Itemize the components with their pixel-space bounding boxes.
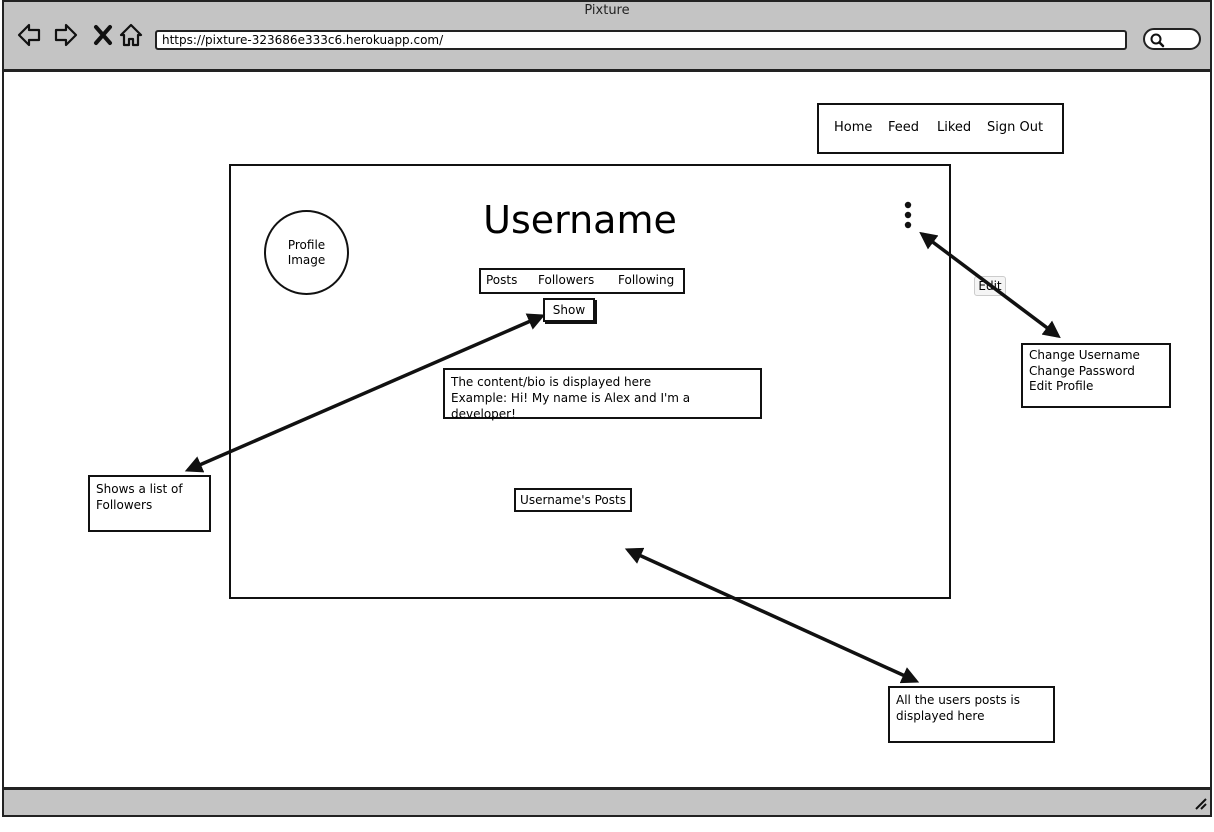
nav-sign-out[interactable]: Sign Out bbox=[987, 120, 1043, 135]
posts-annotation: All the users posts is displayed here bbox=[888, 686, 1055, 743]
url-bar[interactable]: https://pixture-323686e333c6.herokuapp.c… bbox=[155, 30, 1127, 50]
menu-item-edit-profile[interactable]: Edit Profile bbox=[1029, 379, 1163, 395]
profile-image-label: Profile Image bbox=[287, 237, 326, 267]
nav-home[interactable]: Home bbox=[834, 120, 872, 135]
profile-image[interactable]: Profile Image bbox=[264, 210, 349, 295]
back-icon[interactable] bbox=[16, 22, 42, 48]
search-field[interactable] bbox=[1143, 28, 1201, 50]
kebab-menu-icon[interactable] bbox=[901, 200, 915, 232]
posts-note-line-1: All the users posts is bbox=[896, 693, 1021, 707]
close-icon[interactable] bbox=[90, 22, 116, 48]
stat-following[interactable]: Following bbox=[618, 273, 674, 287]
forward-icon[interactable] bbox=[53, 22, 79, 48]
user-posts-heading: Username's Posts bbox=[514, 488, 632, 512]
stat-posts[interactable]: Posts bbox=[486, 273, 517, 287]
stat-followers[interactable]: Followers bbox=[538, 273, 594, 287]
show-button[interactable]: Show bbox=[543, 298, 595, 322]
nav-liked[interactable]: Liked bbox=[937, 120, 971, 135]
followers-annotation: Shows a list of Followers bbox=[88, 475, 211, 532]
posts-note-line-2: displayed here bbox=[896, 709, 985, 723]
menu-item-change-password[interactable]: Change Password bbox=[1029, 364, 1163, 380]
bio-box: The content/bio is displayed here Exampl… bbox=[443, 368, 762, 421]
window-title: Pixture bbox=[584, 3, 630, 18]
status-bar bbox=[2, 787, 1212, 817]
edit-annotation: Edit bbox=[974, 276, 1006, 296]
resize-grip-icon[interactable] bbox=[1192, 795, 1208, 811]
page-title: Username bbox=[483, 198, 677, 242]
bio-line-1: The content/bio is displayed here bbox=[451, 375, 652, 389]
home-icon[interactable] bbox=[118, 22, 144, 48]
followers-note-line-1: Shows a list of bbox=[96, 482, 183, 496]
search-icon bbox=[1150, 33, 1165, 48]
followers-note-line-2: Followers bbox=[96, 498, 153, 512]
menu-item-change-username[interactable]: Change Username bbox=[1029, 348, 1163, 364]
bio-line-2: Example: Hi! My name is Alex and I'm a d… bbox=[451, 391, 691, 421]
nav-feed[interactable]: Feed bbox=[888, 120, 919, 135]
edit-menu: Change Username Change Password Edit Pro… bbox=[1021, 343, 1171, 408]
